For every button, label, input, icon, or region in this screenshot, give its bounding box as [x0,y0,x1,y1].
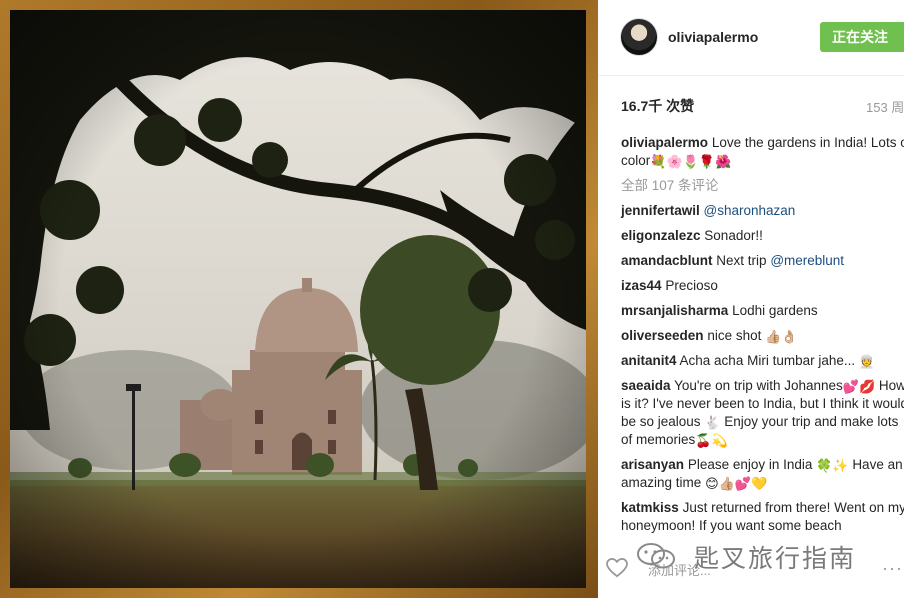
post-panel: oliviapalermo 正在关注 16.7千 次赞 153 周 olivia… [598,0,904,598]
turban-emoji-icon: 👳 [858,354,876,369]
comment-user[interactable]: anitanit4 [621,353,677,368]
avatar[interactable] [620,18,658,56]
comment-item: saeaida You're on trip with Johannes💕💋 H… [621,377,904,449]
comment-user[interactable]: arisanyan [621,457,684,472]
comment-item: izas44 Precioso [621,277,904,295]
comment-user[interactable]: amandacblunt [621,253,713,268]
comment-user[interactable]: mrsanjalisharma [621,303,728,318]
clover-sparkle-emoji-icon: 🍀✨ [816,458,849,473]
comment-item: oliverseeden nice shot 👍🏼👌🏼 [621,327,904,345]
comment-item: arisanyan Please enjoy in India 🍀✨ Have … [621,456,904,492]
comment-user[interactable]: jennifertawil [621,203,700,218]
garden-tomb-image [10,10,586,588]
caption: oliviapalermo Love the gardens in India!… [621,134,904,170]
comment-user[interactable]: eligonzalezc [621,228,701,243]
comment-text: Please enjoy in India [687,457,813,472]
comment-user[interactable]: oliverseeden [621,328,704,343]
post-photo[interactable] [10,10,586,588]
comments-list: oliviapalermo Love the gardens in India!… [621,134,904,542]
comment-text: Lodhi gardens [732,303,818,318]
smile-heart-emoji-icon: 😊👍🏼💕💛 [705,476,768,491]
comment-item: amandacblunt Next trip @mereblunt [621,252,904,270]
comment-item: katmkiss Just returned from there! Went … [621,499,904,535]
comment-mention[interactable]: @mereblunt [770,253,844,268]
photo-frame [0,0,598,598]
cherry-emoji-icon: 🍒💫 [695,433,728,448]
comment-text: Next trip [716,253,767,268]
post-header: oliviapalermo 正在关注 [598,0,904,76]
comment-input[interactable]: 添加评论... [648,560,711,579]
view-all-comments[interactable]: 全部 107 条评论 [621,177,904,195]
post-time[interactable]: 153 周 [866,97,904,116]
comment-text: You're on trip with Johannes [674,378,843,393]
likes-count[interactable]: 16.7千 次赞 [621,96,694,116]
flower-emoji-icon: 💐🌸🌷🌹🌺 [650,154,732,169]
following-button[interactable]: 正在关注 [820,22,904,52]
comment-text: Sonador!! [704,228,763,243]
more-icon[interactable]: ··· [882,558,903,579]
comment-user[interactable]: saeaida [621,378,671,393]
post-username[interactable]: oliviapalermo [668,29,758,45]
heart-icon[interactable] [606,558,628,578]
comment-text-continued: Have [852,457,884,472]
comment-item: mrsanjalisharma Lodhi gardens [621,302,904,320]
caption-user[interactable]: oliviapalermo [621,135,708,150]
comment-item: anitanit4 Acha acha Miri tumbar jahe... … [621,352,904,370]
hearts-kiss-emoji-icon: 💕💋 [842,379,876,394]
thumbs-ok-emoji-icon: 👍🏼👌🏼 [765,329,798,344]
comment-item: jennifertawil @sharonhazan [621,202,904,220]
rabbit-emoji-icon: 🐇 [704,415,721,430]
comment-footer: 添加评论... ··· [598,538,904,598]
comment-text: Acha acha Miri tumbar jahe... [679,353,856,368]
comment-user[interactable]: izas44 [621,278,662,293]
comment-mention[interactable]: @sharonhazan [704,203,796,218]
comment-user[interactable]: katmkiss [621,500,679,515]
comment-text: nice shot [707,328,762,343]
comment-text: Precioso [665,278,718,293]
comment-item: eligonzalezc Sonador!! [621,227,904,245]
